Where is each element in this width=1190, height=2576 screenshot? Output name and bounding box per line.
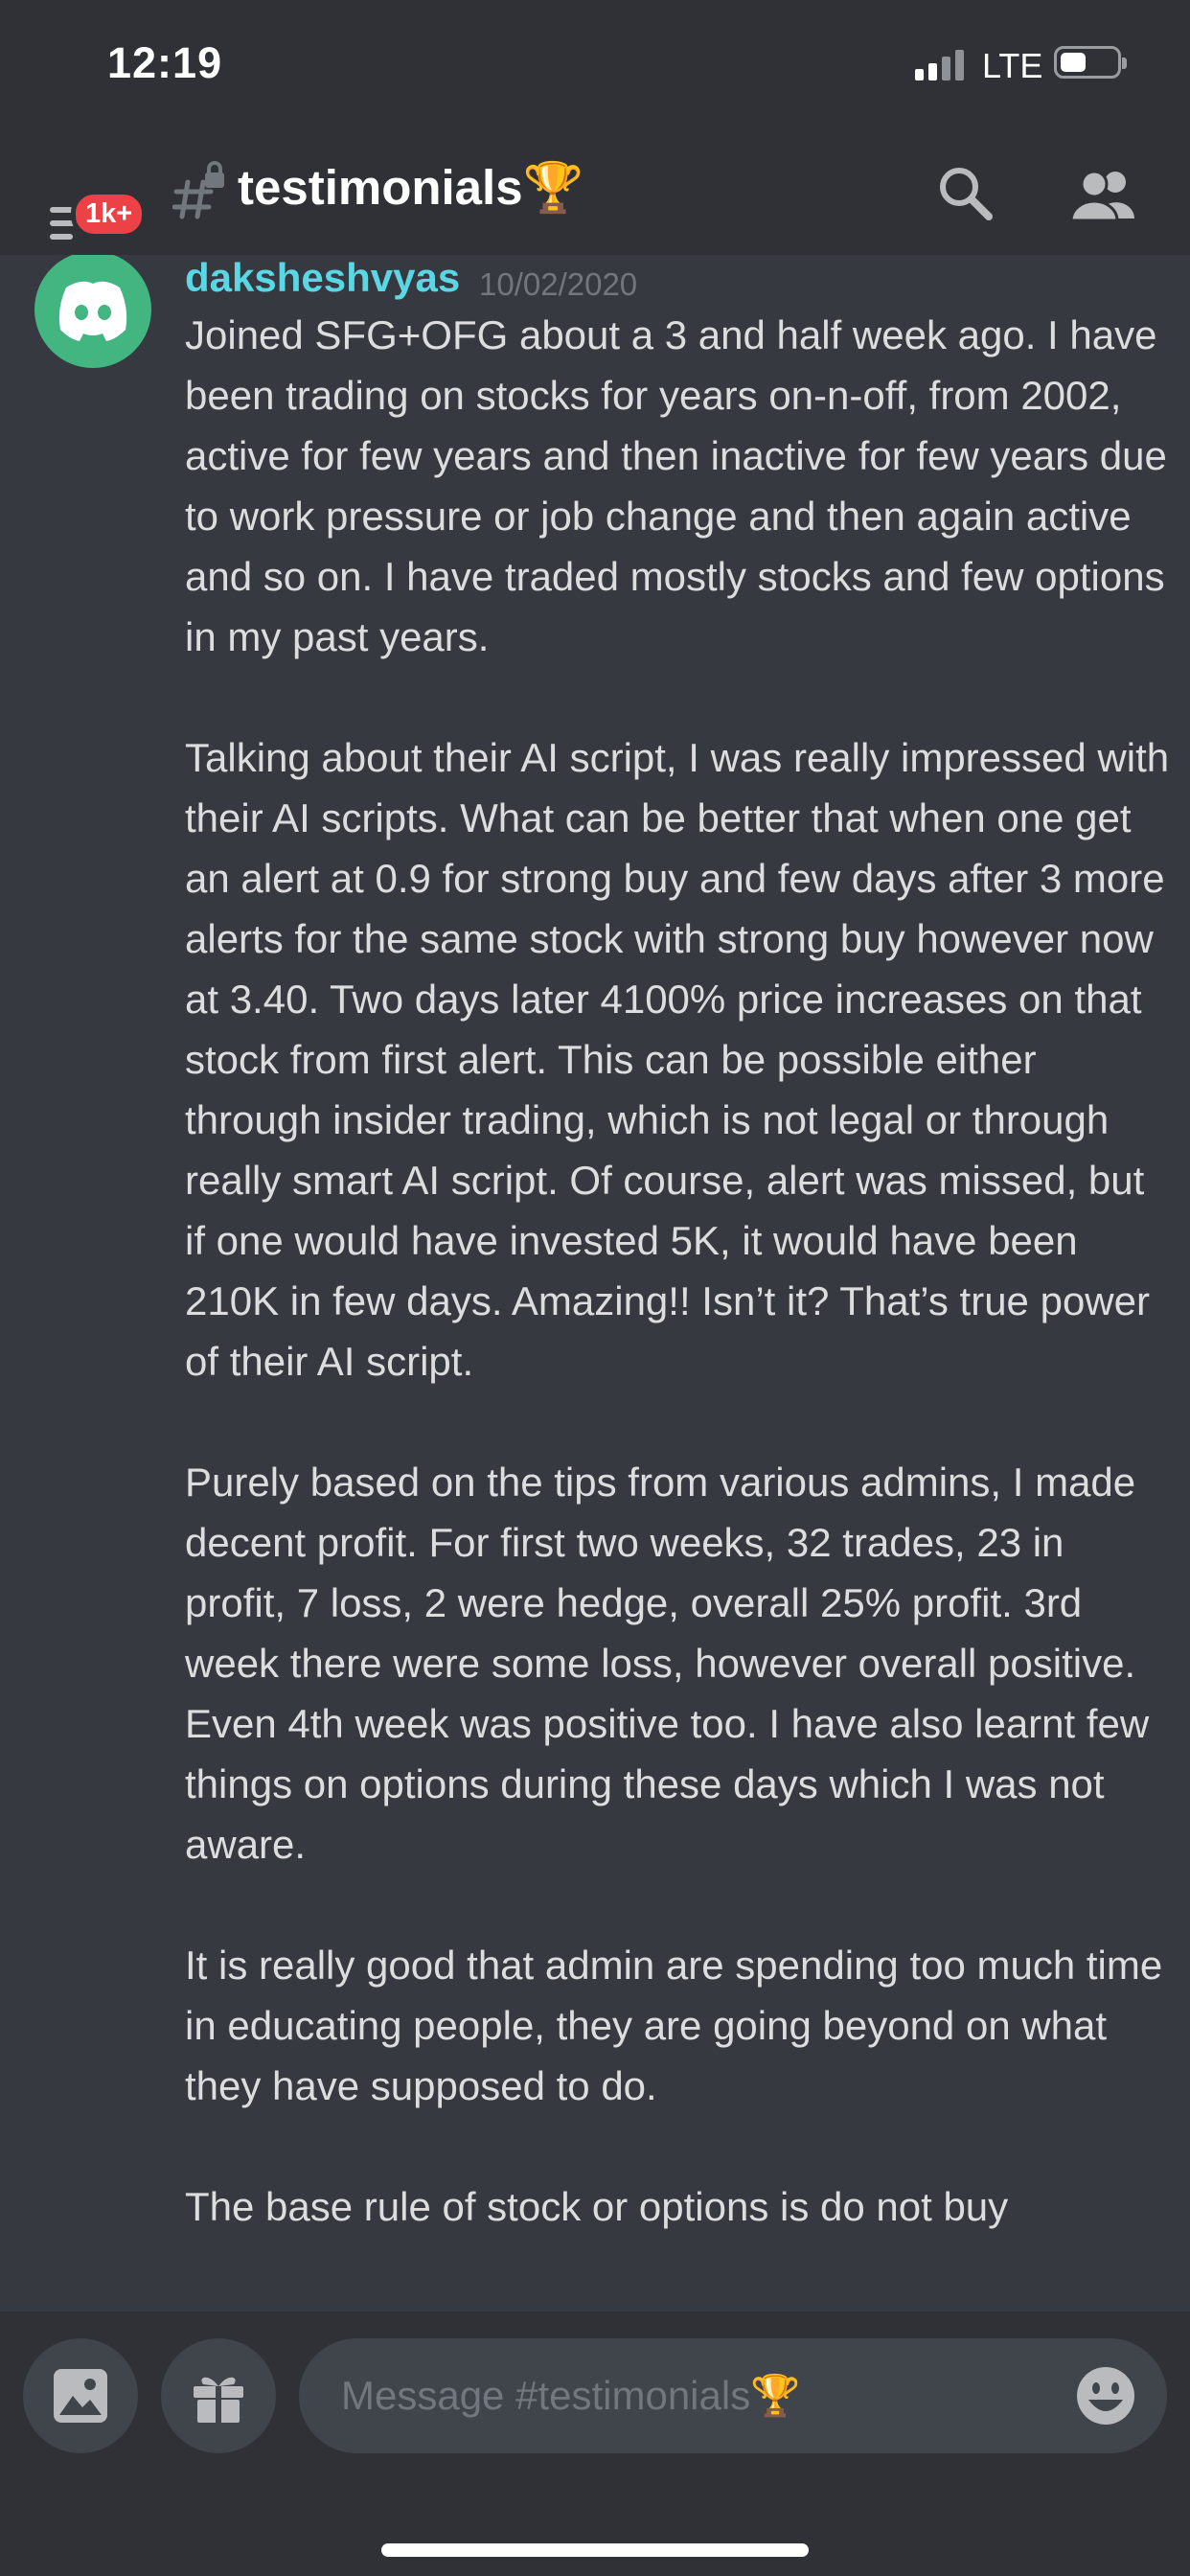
members-icon[interactable] [1067,165,1136,222]
search-icon[interactable] [935,163,995,222]
message-paragraph: It is really good that admin are spendin… [185,1943,1163,2108]
status-time: 12:19 [107,38,223,87]
message-author[interactable]: daksheshvyas [185,255,460,301]
channel-header: 1k+ testimonials🏆 [0,134,1190,255]
message-paragraph: Joined SFG+OFG about a 3 and half week a… [185,312,1167,659]
unread-badge: 1k+ [71,190,148,239]
avatar[interactable] [34,255,151,368]
channel-title: testimonials🏆 [238,160,584,215]
gift-icon [194,2377,243,2423]
top-bar: 12:19 LTE 1k+ testimonials🏆 [0,0,1190,255]
message-input[interactable]: Message #testimonials🏆 [299,2338,1167,2453]
emoji-icon[interactable] [1075,2365,1136,2426]
gift-button[interactable] [161,2338,276,2453]
message-timestamp: 10/02/2020 [479,266,638,302]
home-indicator [381,2543,809,2557]
message-paragraph: Purely based on the tips from various ad… [185,1460,1150,1867]
composer-bar: Message #testimonials🏆 [0,2312,1190,2576]
attach-image-button[interactable] [23,2338,138,2453]
battery-icon [1054,46,1127,79]
signal-icon [915,50,969,80]
message-body: Joined SFG+OFG about a 3 and half week a… [185,305,1172,2297]
menu-button[interactable]: 1k+ [50,172,148,249]
message-paragraph: Talking about their AI script, I was rea… [185,735,1170,1384]
status-bar: 12:19 LTE [0,0,1190,134]
message-input-placeholder: Message #testimonials🏆 [341,2373,801,2418]
image-icon [54,2369,107,2423]
network-label: LTE [982,46,1043,85]
message-list[interactable]: daksheshvyas 10/02/2020 Joined SFG+OFG a… [0,255,1190,2312]
message-paragraph: The base rule of stock or options is do … [185,2184,1009,2229]
discord-logo-icon [58,281,127,341]
locked-hash-icon [172,161,224,219]
